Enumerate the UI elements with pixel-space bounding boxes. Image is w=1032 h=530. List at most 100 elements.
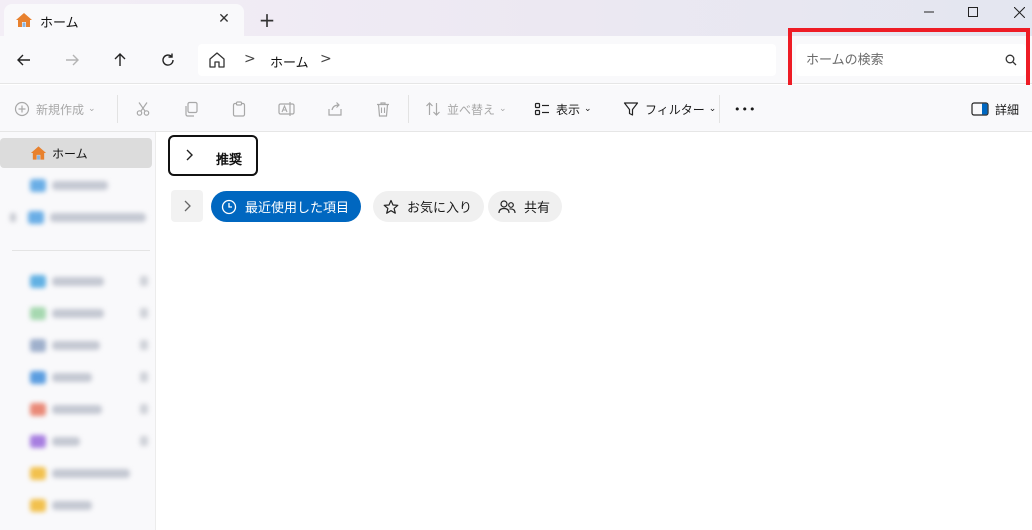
expand-button[interactable] xyxy=(171,190,203,222)
details-pane-icon xyxy=(971,102,989,116)
new-tab-button[interactable]: + xyxy=(255,8,279,32)
address-toolbar: > ホーム > xyxy=(0,36,1032,84)
pin-icon xyxy=(140,404,148,414)
forward-button[interactable] xyxy=(58,46,86,74)
arrow-left-icon xyxy=(17,54,30,66)
pin-icon xyxy=(140,308,148,318)
star-icon xyxy=(383,199,399,214)
chevron-right-icon xyxy=(184,200,191,212)
sidebar-item-label: ホーム xyxy=(52,147,88,161)
pin-icon xyxy=(140,436,148,446)
filter-chip-favorites[interactable]: お気に入り xyxy=(373,191,485,222)
people-icon xyxy=(498,199,516,213)
sidebar-item-blurred[interactable] xyxy=(30,370,92,384)
clock-icon xyxy=(221,199,237,214)
more-options-button[interactable]: ••• xyxy=(734,97,756,121)
close-window-button[interactable] xyxy=(996,0,1032,24)
sort-button[interactable]: 並べ替え ⌄ xyxy=(425,97,507,121)
maximize-button[interactable] xyxy=(950,0,996,24)
view-button[interactable]: 表示 ⌄ xyxy=(534,97,592,121)
search-box[interactable] xyxy=(796,44,1026,76)
pin-icon xyxy=(140,372,148,382)
search-input[interactable] xyxy=(806,44,996,76)
plus-circle-icon xyxy=(14,101,30,117)
delete-button[interactable] xyxy=(371,97,395,121)
up-button[interactable] xyxy=(106,46,134,74)
section-title: 推奨 xyxy=(216,153,243,168)
filter-label: フィルター xyxy=(645,102,705,117)
command-bar: 新規作成 ⌄ 並べ替え ⌄ 表示 ⌄ フィルター ⌄ ••• 詳細 xyxy=(0,85,1032,132)
breadcrumb-chevron-icon[interactable]: > xyxy=(244,51,256,67)
new-button[interactable]: 新規作成 ⌄ xyxy=(14,97,96,121)
tab-label: ホーム xyxy=(40,16,79,31)
filter-chip-shared[interactable]: 共有 xyxy=(488,191,563,222)
sidebar-item-blurred[interactable] xyxy=(10,210,146,224)
sidebar-item-blurred[interactable] xyxy=(30,306,104,320)
sidebar-item-blurred[interactable] xyxy=(30,466,130,480)
share-button[interactable] xyxy=(323,97,347,121)
sidebar-item-blurred[interactable] xyxy=(30,178,108,192)
share-icon xyxy=(328,102,342,116)
minimize-icon xyxy=(924,11,934,13)
pin-icon xyxy=(140,276,148,286)
breadcrumb-chevron-icon[interactable]: > xyxy=(320,51,332,67)
rename-button[interactable] xyxy=(275,97,299,121)
more-icon: ••• xyxy=(734,102,757,116)
maximize-icon xyxy=(968,7,978,17)
filter-icon xyxy=(623,102,639,116)
chevron-right-icon xyxy=(186,149,193,161)
copy-icon xyxy=(185,101,198,117)
sidebar-item-blurred[interactable] xyxy=(30,434,80,448)
details-label: 詳細 xyxy=(995,102,1020,117)
title-bar: ホーム ✕ + xyxy=(0,0,1032,36)
rename-icon xyxy=(278,102,295,116)
trash-icon xyxy=(377,102,389,117)
pin-icon xyxy=(140,340,148,350)
refresh-button[interactable] xyxy=(154,46,182,74)
paste-button[interactable] xyxy=(227,97,251,121)
divider xyxy=(719,95,720,123)
home-outline-icon[interactable] xyxy=(208,51,226,69)
arrow-up-icon xyxy=(114,53,126,66)
copy-button[interactable] xyxy=(179,97,203,121)
sidebar-item-blurred[interactable] xyxy=(30,274,104,288)
chevron-down-icon: ⌄ xyxy=(584,104,592,114)
details-pane-button[interactable]: 詳細 xyxy=(971,97,1019,121)
breadcrumb-item-home[interactable]: ホーム xyxy=(270,52,309,71)
sort-icon xyxy=(426,102,440,116)
tab-home[interactable]: ホーム ✕ xyxy=(4,4,244,36)
search-icon[interactable] xyxy=(1004,53,1018,67)
scissors-icon xyxy=(136,102,150,116)
sidebar-item-blurred[interactable] xyxy=(30,498,92,512)
close-icon xyxy=(1013,6,1025,18)
arrow-right-icon xyxy=(66,54,79,66)
navigation-pane: ホーム xyxy=(0,132,156,530)
chip-label: お気に入り xyxy=(407,201,473,216)
refresh-icon xyxy=(162,53,174,66)
back-button[interactable] xyxy=(10,46,38,74)
clipboard-icon xyxy=(232,101,246,117)
home-icon xyxy=(30,146,47,160)
view-label: 表示 xyxy=(556,102,581,117)
section-header-recommended[interactable]: 推奨 xyxy=(168,135,258,176)
tab-close-icon[interactable]: ✕ xyxy=(212,7,236,31)
divider xyxy=(117,95,118,123)
minimize-button[interactable] xyxy=(906,0,952,24)
chevron-down-icon: ⌄ xyxy=(88,104,96,114)
filter-chip-recent[interactable]: 最近使用した項目 xyxy=(211,191,362,222)
pane-splitter[interactable] xyxy=(155,132,156,530)
sort-label: 並べ替え xyxy=(447,102,496,117)
filter-button[interactable]: フィルター ⌄ xyxy=(623,97,716,121)
address-bar[interactable]: > ホーム > xyxy=(198,44,776,76)
sidebar-item-blurred[interactable] xyxy=(30,402,102,416)
chip-label: 最近使用した項目 xyxy=(245,201,350,216)
new-label: 新規作成 xyxy=(36,102,85,117)
view-list-icon xyxy=(534,102,549,116)
sidebar-item-home[interactable]: ホーム xyxy=(0,138,152,168)
home-icon xyxy=(16,13,32,27)
chip-label: 共有 xyxy=(524,201,551,216)
divider xyxy=(408,95,409,123)
sidebar-item-blurred[interactable] xyxy=(30,338,100,352)
cut-button[interactable] xyxy=(131,97,155,121)
sidebar-divider xyxy=(12,250,150,251)
